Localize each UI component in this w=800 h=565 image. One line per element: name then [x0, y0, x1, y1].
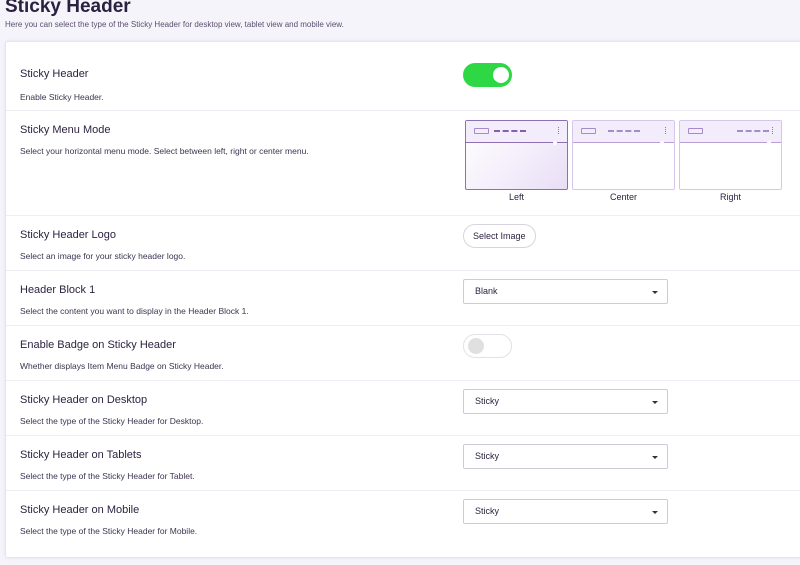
logo-placeholder-icon	[688, 128, 703, 134]
sticky-header-toggle[interactable]	[463, 63, 512, 87]
pin-icon	[767, 141, 771, 145]
menu-items-icon	[494, 130, 526, 132]
setting-label: Sticky Header on Mobile	[20, 504, 140, 516]
setting-description: Select your horizontal menu mode. Select…	[20, 146, 309, 156]
setting-row-sticky-header-logo: Sticky Header Logo Select an image for y…	[6, 216, 800, 271]
page-title: Sticky Header	[5, 0, 131, 17]
setting-label: Enable Badge on Sticky Header	[20, 339, 176, 351]
sticky-desktop-select[interactable]: Sticky	[463, 389, 668, 414]
select-value: Blank	[475, 286, 498, 296]
menu-mode-label: Right	[719, 192, 741, 202]
setting-row-sticky-header: Sticky Header Enable Sticky Header.	[6, 55, 800, 111]
menu-mode-preview	[679, 120, 782, 190]
menu-mode-label: Left	[508, 192, 524, 202]
select-value: Sticky	[475, 396, 500, 406]
logo-placeholder-icon	[581, 128, 596, 134]
header-block-1-select[interactable]: Blank	[463, 279, 668, 304]
menu-mode-option-right[interactable]: Right	[679, 120, 782, 202]
caret-down-icon	[652, 511, 658, 514]
menu-mode-preview	[465, 120, 568, 190]
more-vertical-icon	[772, 127, 773, 134]
select-value: Sticky	[475, 506, 500, 516]
toggle-knob	[493, 67, 509, 83]
page-subtitle: Here you can select the type of the Stic…	[5, 20, 344, 29]
menu-mode-header-bar	[573, 121, 674, 143]
enable-badge-toggle[interactable]	[463, 334, 512, 358]
setting-description: Select the type of the Sticky Header for…	[20, 416, 204, 426]
select-image-button[interactable]: Select Image	[463, 224, 536, 248]
setting-row-header-block-1: Header Block 1 Select the content you wa…	[6, 271, 800, 326]
caret-down-icon	[652, 401, 658, 404]
more-vertical-icon	[665, 127, 666, 134]
menu-mode-option-center[interactable]: Center	[572, 120, 675, 202]
menu-items-icon	[608, 130, 640, 132]
setting-label: Sticky Menu Mode	[20, 124, 111, 136]
setting-label: Header Block 1	[20, 284, 96, 296]
setting-description: Select an image for your sticky header l…	[20, 251, 186, 261]
setting-description: Select the content you want to display i…	[20, 306, 249, 316]
menu-mode-option-left[interactable]: Left	[465, 120, 568, 202]
setting-row-enable-badge: Enable Badge on Sticky Header Whether di…	[6, 326, 800, 381]
setting-label: Sticky Header on Tablets	[20, 449, 142, 461]
setting-description: Enable Sticky Header.	[20, 92, 104, 102]
menu-mode-header-bar	[680, 121, 781, 143]
select-value: Sticky	[475, 451, 500, 461]
setting-row-sticky-mobile: Sticky Header on Mobile Select the type …	[6, 491, 800, 546]
menu-items-icon	[737, 130, 769, 132]
pin-icon	[660, 141, 664, 145]
setting-row-sticky-menu-mode: Sticky Menu Mode Select your horizontal …	[6, 111, 800, 216]
setting-row-sticky-tablets: Sticky Header on Tablets Select the type…	[6, 436, 800, 491]
sticky-mobile-select[interactable]: Sticky	[463, 499, 668, 524]
logo-placeholder-icon	[474, 128, 489, 134]
menu-mode-header-bar	[466, 121, 567, 143]
setting-label: Sticky Header	[20, 68, 89, 80]
sticky-tablets-select[interactable]: Sticky	[463, 444, 668, 469]
caret-down-icon	[652, 291, 658, 294]
menu-mode-label: Center	[609, 192, 637, 202]
more-vertical-icon	[558, 127, 559, 134]
toggle-knob	[468, 338, 484, 354]
setting-description: Whether displays Item Menu Badge on Stic…	[20, 361, 224, 371]
setting-row-sticky-desktop: Sticky Header on Desktop Select the type…	[6, 381, 800, 436]
setting-label: Sticky Header on Desktop	[20, 394, 148, 406]
settings-panel: Sticky Header Enable Sticky Header. Stic…	[5, 41, 800, 558]
menu-mode-preview	[572, 120, 675, 190]
pin-icon	[553, 141, 557, 145]
setting-description: Select the type of the Sticky Header for…	[20, 526, 198, 536]
setting-description: Select the type of the Sticky Header for…	[20, 471, 195, 481]
caret-down-icon	[652, 456, 658, 459]
setting-label: Sticky Header Logo	[20, 229, 116, 241]
